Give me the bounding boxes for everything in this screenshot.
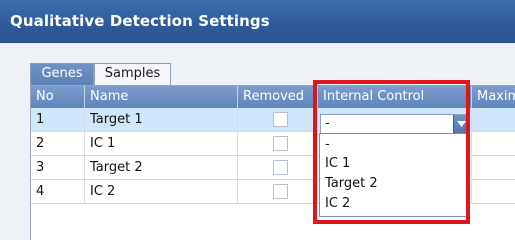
- cell-maximum: [472, 180, 515, 204]
- cell-removed: [238, 180, 318, 204]
- cell-name: IC 2: [85, 180, 238, 204]
- column-header-maximum[interactable]: Maxim: [472, 86, 515, 108]
- cell-no: 1: [31, 108, 85, 132]
- cell-no: 2: [31, 132, 85, 156]
- cell-no: 3: [31, 156, 85, 180]
- window-title: Qualitative Detection Settings: [10, 12, 270, 30]
- tab-samples[interactable]: Samples: [94, 63, 171, 85]
- cell-name: Target 2: [85, 156, 238, 180]
- cell-maximum: [472, 132, 515, 156]
- cell-removed: [238, 156, 318, 180]
- removed-checkbox[interactable]: [273, 136, 288, 151]
- title-bar: Qualitative Detection Settings: [0, 0, 515, 43]
- cell-maximum: [472, 108, 515, 132]
- cell-maximum: [472, 156, 515, 180]
- removed-checkbox[interactable]: [273, 160, 288, 175]
- column-header-name[interactable]: Name: [85, 86, 238, 108]
- annotation-highlight-box: [313, 80, 470, 224]
- cell-no: 4: [31, 180, 85, 204]
- settings-window: Qualitative Detection Settings Genes Sam…: [0, 0, 515, 240]
- removed-checkbox[interactable]: [273, 184, 288, 199]
- column-header-no[interactable]: No: [31, 86, 85, 108]
- column-header-removed[interactable]: Removed: [238, 86, 318, 108]
- cell-removed: [238, 108, 318, 132]
- cell-removed: [238, 132, 318, 156]
- tab-genes[interactable]: Genes: [30, 63, 94, 85]
- cell-name: IC 1: [85, 132, 238, 156]
- removed-checkbox[interactable]: [273, 112, 288, 127]
- cell-name: Target 1: [85, 108, 238, 132]
